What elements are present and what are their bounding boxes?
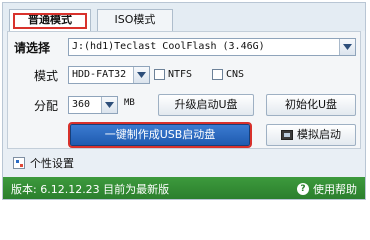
- chevron-down-icon[interactable]: [339, 39, 355, 55]
- active-tab-highlight: [13, 13, 87, 29]
- settings-icon: [13, 157, 25, 169]
- mode-select[interactable]: HDD-FAT32: [68, 66, 150, 84]
- cns-checkbox-box[interactable]: [212, 69, 223, 80]
- custom-settings-label: 个性设置: [30, 157, 74, 170]
- simulate-boot-button[interactable]: 模拟启动: [266, 124, 356, 146]
- tab-bar: 普通模式 ISO模式: [3, 3, 365, 31]
- settings-panel: 请选择 J:(hd1)Teclast CoolFlash (3.46G) 模式 …: [7, 31, 361, 149]
- mode-label: 模式: [34, 69, 59, 83]
- chevron-down-icon[interactable]: [101, 97, 117, 113]
- status-bar: 版本: 6.12.12.23 目前为最新版 ? 使用帮助: [3, 177, 365, 199]
- alloc-unit: MB: [124, 98, 135, 108]
- upgrade-usb-button[interactable]: 升级启动U盘: [158, 94, 254, 116]
- cns-checkbox-label: CNS: [226, 69, 245, 80]
- tab-normal-mode[interactable]: 普通模式: [9, 9, 91, 31]
- version-status: 版本: 6.12.12.23 目前为最新版: [11, 183, 170, 196]
- mode-select-value: HDD-FAT32: [72, 69, 127, 80]
- help-icon: ?: [297, 183, 309, 195]
- tab-iso-label: ISO模式: [114, 13, 156, 26]
- tab-iso-mode[interactable]: ISO模式: [97, 9, 173, 31]
- simulate-boot-label: 模拟启动: [297, 128, 341, 141]
- init-usb-button[interactable]: 初始化U盘: [266, 94, 356, 116]
- ntfs-checkbox-label: NTFS: [168, 69, 193, 80]
- drive-select-value: J:(hd1)Teclast CoolFlash (3.46G): [72, 41, 265, 52]
- help-link[interactable]: ? 使用帮助: [297, 181, 357, 197]
- help-label: 使用帮助: [313, 183, 357, 196]
- monitor-icon: [281, 130, 293, 140]
- alloc-select-value: 360: [72, 99, 91, 110]
- select-drive-label: 请选择: [14, 41, 51, 55]
- ntfs-checkbox-box[interactable]: [154, 69, 165, 80]
- custom-settings[interactable]: 个性设置: [13, 155, 74, 171]
- chevron-down-icon[interactable]: [133, 67, 149, 83]
- app-window: 普通模式 ISO模式 请选择 J:(hd1)Teclast CoolFlash …: [2, 2, 366, 200]
- alloc-label: 分配: [34, 99, 59, 113]
- ntfs-checkbox[interactable]: NTFS: [154, 69, 192, 80]
- alloc-select[interactable]: 360: [68, 96, 118, 114]
- cns-checkbox[interactable]: CNS: [212, 69, 244, 80]
- drive-select[interactable]: J:(hd1)Teclast CoolFlash (3.46G): [68, 38, 356, 56]
- make-usb-boot-button[interactable]: 一键制作成USB启动盘: [68, 122, 252, 148]
